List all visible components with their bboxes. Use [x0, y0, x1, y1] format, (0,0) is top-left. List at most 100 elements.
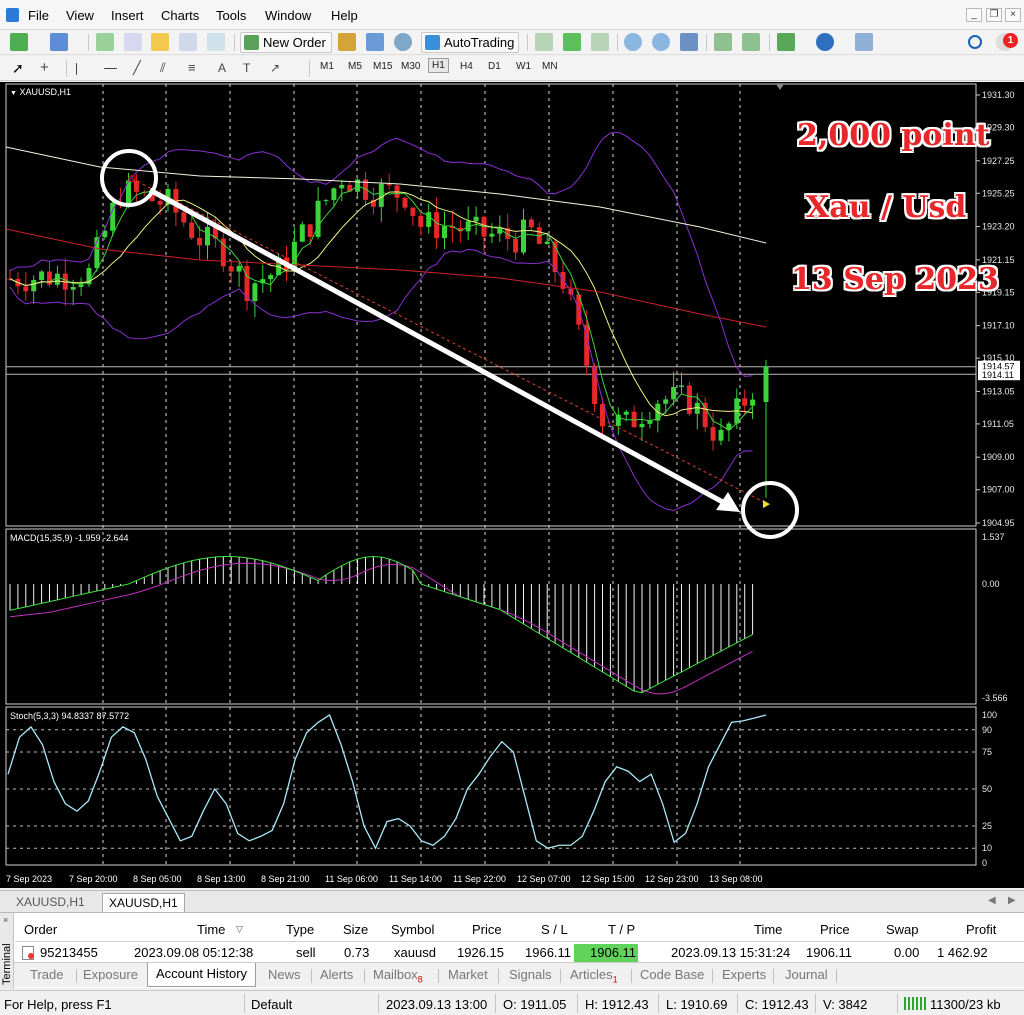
chart-window[interactable]: 1931.30 1929.30 1927.25 1925.25 1923.20 1921.…	[0, 82, 1024, 888]
tab-trade[interactable]: Trade	[30, 967, 63, 982]
data-window-icon[interactable]	[124, 33, 142, 51]
app-icon[interactable]	[6, 8, 19, 22]
indicators-icon[interactable]	[777, 33, 795, 51]
minimize-icon[interactable]: _	[966, 8, 982, 22]
fibonacci-icon[interactable]: ≡	[188, 59, 206, 77]
trendline-icon[interactable]: ╱	[133, 59, 151, 77]
signals-icon[interactable]	[394, 33, 412, 51]
metaeditor-icon[interactable]	[338, 33, 356, 51]
tab-code-base[interactable]: Code Base	[640, 967, 704, 982]
tab-alerts[interactable]: Alerts	[320, 967, 353, 982]
tf-m1[interactable]: M1	[320, 61, 334, 72]
col-close-price[interactable]: Price	[820, 922, 850, 937]
new-chart-icon[interactable]	[10, 33, 28, 51]
candle-body	[679, 385, 684, 387]
close-trade-marker	[763, 500, 770, 509]
chart-tab-1[interactable]: XAUUSD,H1	[10, 893, 91, 913]
bar-chart-icon[interactable]	[535, 33, 553, 51]
candle-body	[671, 386, 677, 400]
crosshair-icon[interactable]: +	[40, 59, 58, 77]
tf-d1[interactable]: D1	[488, 61, 501, 72]
scroll-right-icon[interactable]: ▶	[1008, 895, 1016, 906]
navigator-icon[interactable]	[151, 33, 169, 51]
candle-body	[686, 385, 692, 414]
tf-m15[interactable]: M15	[373, 61, 392, 72]
menu-file[interactable]: File	[28, 8, 49, 23]
terminal-toggle-icon[interactable]	[179, 33, 197, 51]
restore-icon[interactable]: ❐	[986, 8, 1002, 22]
profile-name: Default	[251, 997, 293, 1012]
equidistant-channel-icon[interactable]: ⫽	[160, 59, 178, 77]
tab-signals[interactable]: Signals	[509, 967, 552, 982]
vertical-line-icon[interactable]	[76, 63, 77, 75]
close-panel-icon[interactable]: ×	[3, 915, 8, 925]
menu-insert[interactable]: Insert	[111, 8, 144, 23]
col-price[interactable]: Price	[472, 922, 502, 937]
autotrading-button[interactable]: AutoTrading	[421, 32, 519, 53]
strategy-tester-icon[interactable]	[207, 33, 225, 51]
line-chart-icon[interactable]	[591, 33, 609, 51]
price-axis-label: 1913.05	[982, 386, 1015, 396]
chart-shift-icon[interactable]	[742, 33, 760, 51]
tile-windows-icon[interactable]	[680, 33, 698, 51]
periods-clock-icon[interactable]	[816, 33, 834, 51]
text-label-icon[interactable]: T	[243, 59, 261, 77]
menu-charts[interactable]: Charts	[161, 8, 199, 23]
col-order[interactable]: Order	[24, 922, 57, 937]
close-icon[interactable]: ×	[1005, 8, 1021, 22]
col-time[interactable]: Time	[197, 922, 225, 937]
tab-experts[interactable]: Experts	[722, 967, 766, 982]
market-watch-icon[interactable]	[96, 33, 114, 51]
col-profit[interactable]: Profit	[966, 922, 996, 937]
col-sl[interactable]: S / L	[541, 922, 568, 937]
cell-order: 95213455	[40, 945, 98, 960]
tab-exposure[interactable]: Exposure	[83, 967, 138, 982]
col-tp[interactable]: T / P	[608, 922, 635, 937]
macd-axis-label: -3.566	[982, 693, 1008, 703]
new-order-button[interactable]: New Order	[240, 32, 332, 53]
cell-sl: 1966.11	[525, 945, 572, 960]
tab-news[interactable]: News	[268, 967, 301, 982]
stoch-axis-label: 25	[982, 821, 992, 831]
time-axis-label: 12 Sep 23:00	[645, 874, 699, 884]
chart-tab-2[interactable]: XAUUSD,H1	[102, 893, 185, 913]
profiles-icon[interactable]	[50, 33, 68, 51]
candlestick-icon[interactable]	[563, 33, 581, 51]
cursor-icon[interactable]: ➚	[12, 59, 30, 77]
price-axis-label: 1925.25	[982, 188, 1015, 198]
menu-view[interactable]: View	[66, 8, 94, 23]
price-axis-label: 1917.10	[982, 321, 1015, 331]
scroll-left-icon[interactable]: ◀	[988, 895, 996, 906]
tab-mailbox[interactable]: Mailbox8	[373, 967, 423, 985]
text-icon[interactable]: A	[218, 59, 236, 77]
tf-m5[interactable]: M5	[348, 61, 362, 72]
tf-mn[interactable]: MN	[542, 61, 558, 72]
zoom-in-icon[interactable]	[624, 33, 642, 51]
arrows-icon[interactable]: ↗	[270, 59, 288, 77]
auto-scroll-icon[interactable]	[714, 33, 732, 51]
cell-tp: 1906.11	[590, 945, 637, 960]
col-symbol[interactable]: Symbol	[391, 922, 434, 937]
tf-h4[interactable]: H4	[460, 61, 473, 72]
menu-window[interactable]: Window	[265, 8, 311, 23]
menu-help[interactable]: Help	[331, 8, 358, 23]
horizontal-line-icon[interactable]	[104, 68, 117, 69]
col-type[interactable]: Type	[286, 922, 314, 937]
tab-articles[interactable]: Articles1	[570, 967, 618, 985]
stoch-label: Stoch(5,3,3) 94.8337 87.5772	[10, 711, 130, 721]
zoom-out-icon[interactable]	[652, 33, 670, 51]
col-swap[interactable]: Swap	[886, 922, 919, 937]
col-size[interactable]: Size	[343, 922, 368, 937]
tab-journal[interactable]: Journal	[785, 967, 828, 982]
templates-icon[interactable]	[855, 33, 873, 51]
col-close-time[interactable]: Time	[754, 922, 782, 937]
search-icon[interactable]	[968, 35, 982, 49]
options-icon[interactable]	[366, 33, 384, 51]
tf-m30[interactable]: M30	[401, 61, 420, 72]
tab-market[interactable]: Market	[448, 967, 488, 982]
tf-h1[interactable]: H1	[428, 58, 449, 73]
symbol-label-text: XAUUSD,H1	[19, 87, 71, 97]
menu-tools[interactable]: Tools	[216, 8, 246, 23]
tf-w1[interactable]: W1	[516, 61, 531, 72]
tab-account-history[interactable]: Account History	[147, 963, 257, 987]
